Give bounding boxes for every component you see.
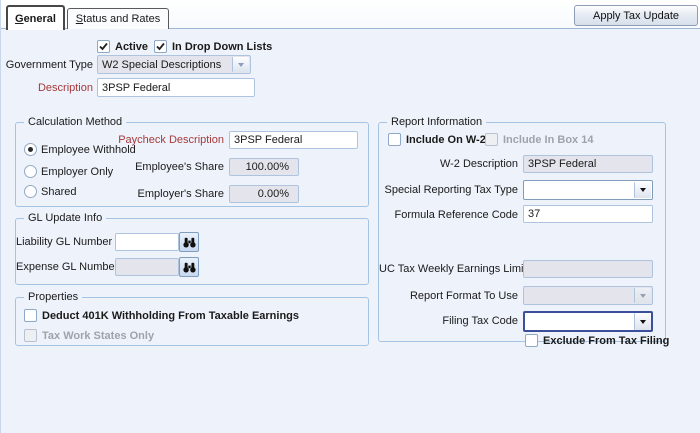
employees-share-label: Employee's Share	[76, 161, 224, 174]
government-type-dropdown-button[interactable]	[232, 57, 249, 72]
employers-share-field	[229, 185, 299, 203]
tax-work-states-checkbox	[24, 329, 37, 342]
properties-title: Properties	[24, 290, 82, 304]
government-type-value: W2 Special Descriptions	[102, 59, 221, 71]
employee-withhold-radio[interactable]	[24, 143, 37, 156]
report-information-title: Report Information	[387, 115, 486, 129]
tab-general[interactable]: General	[6, 5, 65, 30]
liability-gl-lookup-button[interactable]	[179, 232, 199, 252]
special-reporting-dropdown-button[interactable]	[634, 182, 651, 198]
radio-dot	[28, 147, 33, 152]
report-format-to-use-label: Report Format To Use	[379, 290, 518, 303]
formula-reference-code-input[interactable]	[523, 205, 653, 223]
filing-tax-code-dropdown-button[interactable]	[634, 313, 651, 330]
government-type-label: Government Type	[1, 59, 93, 72]
w2-description-field	[523, 155, 653, 173]
exclude-from-tax-filing-checkbox[interactable]	[525, 334, 538, 347]
employer-only-radio[interactable]	[24, 165, 37, 178]
chevron-down-icon	[238, 63, 244, 67]
calculation-method-title: Calculation Method	[24, 115, 126, 129]
deduct-401k-checkbox[interactable]	[24, 309, 37, 322]
special-reporting-tax-type-label: Special Reporting Tax Type	[379, 184, 518, 197]
deduct-401k-label: Deduct 401K Withholding From Taxable Ear…	[42, 310, 299, 323]
w2-description-label: W-2 Description	[379, 158, 518, 171]
government-type-dropdown[interactable]: W2 Special Descriptions	[97, 55, 251, 74]
description-input[interactable]	[97, 78, 255, 97]
description-label: Description	[1, 82, 93, 95]
uc-tax-weekly-earnings-limit-label: UC Tax Weekly Earnings Limit	[379, 263, 518, 276]
active-checkbox-label: Active	[115, 41, 148, 54]
tab-status-and-rates[interactable]: Status and Rates	[67, 8, 169, 29]
liability-gl-number-label: Liability GL Number	[16, 236, 110, 249]
include-on-w2-checkbox[interactable]	[388, 133, 401, 146]
special-reporting-tax-type-dropdown[interactable]	[523, 180, 653, 200]
exclude-from-tax-filing-label: Exclude From Tax Filing	[543, 335, 669, 348]
active-checkbox[interactable]	[97, 40, 110, 53]
apply-tax-update-button[interactable]: Apply Tax Update	[574, 5, 698, 26]
filing-tax-code-dropdown[interactable]	[523, 311, 653, 332]
tax-code-window: Apply Tax Update General Status and Rate…	[0, 0, 700, 433]
checkmark-icon	[99, 42, 108, 51]
filing-tax-code-label: Filing Tax Code	[379, 315, 518, 328]
formula-reference-code-label: Formula Reference Code	[379, 209, 518, 222]
expense-gl-number-field	[115, 258, 179, 276]
checkmark-icon	[156, 42, 165, 51]
include-on-w2-label: Include On W-2	[406, 134, 486, 147]
gl-update-info-title: GL Update Info	[24, 211, 106, 225]
in-drop-down-lists-label: In Drop Down Lists	[172, 41, 272, 54]
employees-share-field	[229, 158, 299, 176]
chevron-down-icon	[640, 294, 646, 298]
properties-group: Properties Deduct 401K Withholding From …	[15, 297, 369, 346]
binoculars-icon	[183, 237, 196, 248]
gl-update-info-group: GL Update Info Liability GL Number Expen…	[15, 218, 369, 285]
liability-gl-number-input[interactable]	[115, 233, 179, 251]
include-in-box14-label: Include In Box 14	[503, 134, 593, 147]
employers-share-label: Employer's Share	[76, 188, 224, 201]
binoculars-icon	[183, 262, 196, 273]
expense-gl-lookup-button[interactable]	[179, 257, 199, 277]
calculation-method-group: Calculation Method Employee Withhold Emp…	[15, 122, 369, 207]
tax-work-states-label: Tax Work States Only	[42, 330, 154, 343]
report-format-dropdown-button	[634, 288, 651, 303]
expense-gl-number-label: Expense GL Number	[16, 261, 110, 274]
include-in-box14-checkbox	[485, 133, 498, 146]
paycheck-description-label: Paycheck Description	[76, 134, 224, 147]
paycheck-description-input[interactable]	[229, 131, 358, 149]
report-format-to-use-dropdown	[523, 286, 653, 305]
shared-radio[interactable]	[24, 185, 37, 198]
report-information-group: Report Information Include On W-2 Includ…	[378, 122, 666, 342]
uc-tax-weekly-earnings-limit-field	[523, 260, 653, 278]
chevron-down-icon	[640, 320, 646, 324]
shared-label: Shared	[41, 186, 76, 199]
chevron-down-icon	[640, 188, 646, 192]
in-drop-down-lists-checkbox[interactable]	[154, 40, 167, 53]
